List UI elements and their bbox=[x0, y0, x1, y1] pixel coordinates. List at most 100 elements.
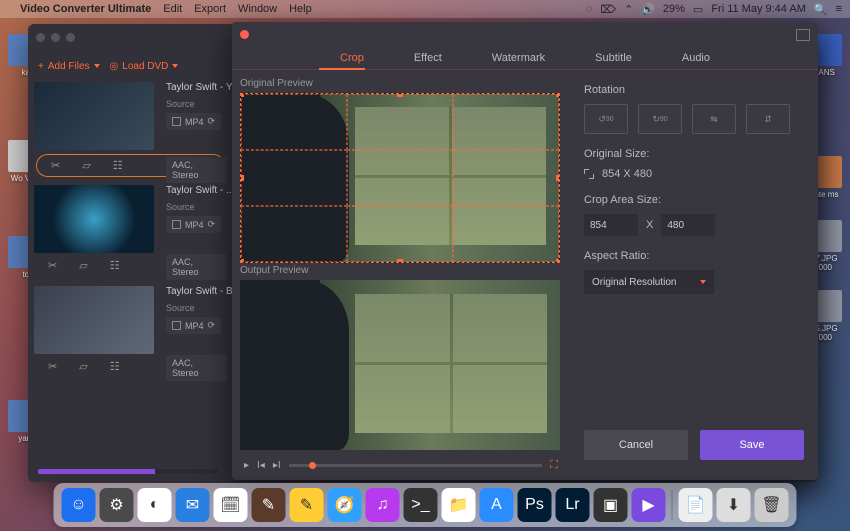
crop-handle[interactable] bbox=[397, 93, 403, 97]
tab-watermark[interactable]: Watermark bbox=[492, 52, 545, 64]
tab-audio[interactable]: Audio bbox=[682, 52, 710, 64]
minimize-window[interactable] bbox=[51, 33, 60, 42]
edit-panel: Crop Effect Watermark Subtitle Audio Ori… bbox=[232, 22, 818, 480]
rotate-left-button[interactable]: ↺90 bbox=[584, 104, 628, 134]
rotate-right-button[interactable]: ↻90 bbox=[638, 104, 682, 134]
dock-app[interactable]: ⚙ bbox=[100, 488, 134, 522]
dock-app[interactable]: ✉ bbox=[176, 488, 210, 522]
clock[interactable]: Fri 11 May 9:44 AM bbox=[711, 3, 806, 15]
dock-app[interactable]: ▶ bbox=[632, 488, 666, 522]
x-separator: X bbox=[646, 219, 653, 231]
play-button[interactable]: ▸ bbox=[244, 460, 249, 471]
flip-vertical-button[interactable]: ⇵ bbox=[746, 104, 790, 134]
audio-chip[interactable]: AAC, Stereo bbox=[166, 254, 227, 280]
cancel-button[interactable]: Cancel bbox=[584, 430, 688, 460]
tab-crop[interactable]: Crop bbox=[340, 52, 364, 64]
battery-icon[interactable]: ▭ bbox=[693, 3, 703, 16]
dock-app[interactable]: 🗑 bbox=[755, 488, 789, 522]
dock-app[interactable]: ⬇ bbox=[717, 488, 751, 522]
crop-handle[interactable] bbox=[240, 93, 244, 97]
crop-handle[interactable] bbox=[556, 175, 560, 181]
wifi-icon[interactable]: ⌃ bbox=[624, 3, 633, 16]
menu-edit[interactable]: Edit bbox=[163, 3, 182, 15]
dock-app[interactable]: ▣ bbox=[594, 488, 628, 522]
video-thumbnail[interactable] bbox=[34, 185, 154, 253]
source-label: Source bbox=[166, 303, 233, 313]
dock-app[interactable]: ☺ bbox=[62, 488, 96, 522]
file-item[interactable]: Taylor Swift - ... Source MP4⟳ ✂ ▱ ☷ AAC… bbox=[34, 185, 227, 278]
trim-icon[interactable]: ✂ bbox=[48, 259, 57, 272]
dock-app[interactable]: Ps bbox=[518, 488, 552, 522]
settings-icon[interactable]: ☷ bbox=[110, 360, 120, 373]
fullscreen-icon[interactable]: ⛶ bbox=[550, 459, 558, 472]
dock-app[interactable]: ✎ bbox=[290, 488, 324, 522]
crop-handle[interactable] bbox=[556, 93, 560, 97]
settings-icon[interactable]: ☷ bbox=[113, 159, 123, 172]
audio-chip[interactable]: AAC, Stereo bbox=[166, 355, 227, 381]
original-preview[interactable] bbox=[240, 93, 560, 263]
save-button[interactable]: Save bbox=[700, 430, 804, 460]
maximize-window[interactable] bbox=[66, 33, 75, 42]
tab-effect[interactable]: Effect bbox=[414, 52, 442, 64]
file-title: Taylor Swift - B bbox=[166, 286, 233, 297]
tab-subtitle[interactable]: Subtitle bbox=[595, 52, 632, 64]
crop-height-input[interactable] bbox=[661, 214, 715, 236]
cloud-icon[interactable]: ◌ bbox=[586, 3, 593, 15]
flip-horizontal-button[interactable]: ⇋ bbox=[692, 104, 736, 134]
menu-window[interactable]: Window bbox=[238, 3, 277, 15]
crop-icon[interactable]: ▱ bbox=[79, 360, 87, 373]
settings-icon[interactable]: ☷ bbox=[110, 259, 120, 272]
dock-app[interactable]: 📁 bbox=[442, 488, 476, 522]
audio-chip[interactable]: AAC, Stereo bbox=[166, 157, 227, 183]
menu-export[interactable]: Export bbox=[194, 3, 226, 15]
aspect-ratio-select[interactable]: Original Resolution bbox=[584, 270, 714, 294]
dock-app[interactable]: ◐ bbox=[138, 488, 172, 522]
dock-app[interactable]: 🗓 bbox=[214, 488, 248, 522]
video-thumbnail[interactable] bbox=[34, 286, 154, 354]
crop-settings-column: Rotation ↺90 ↻90 ⇋ ⇵ Original Size: 854 … bbox=[570, 70, 818, 480]
format-chip[interactable]: MP4⟳ bbox=[166, 216, 221, 233]
format-chip[interactable]: MP4⟳ bbox=[166, 317, 221, 334]
output-preview bbox=[240, 280, 560, 450]
volume-icon[interactable]: 🔊 bbox=[641, 3, 655, 16]
close-window[interactable] bbox=[36, 33, 45, 42]
format-chip[interactable]: MP4⟳ bbox=[166, 113, 221, 130]
notifications-icon[interactable]: ≡ bbox=[836, 3, 842, 15]
expand-panel[interactable] bbox=[796, 29, 810, 41]
crop-handle[interactable] bbox=[240, 259, 244, 263]
dock-app[interactable]: ✎ bbox=[252, 488, 286, 522]
source-label: Source bbox=[166, 202, 233, 212]
prev-frame-button[interactable]: I◂ bbox=[257, 460, 265, 471]
dock-app[interactable]: A bbox=[480, 488, 514, 522]
add-files-button[interactable]: +Add Files bbox=[38, 61, 100, 72]
file-item[interactable]: Taylor Swift - B Source MP4⟳ ✂ ▱ ☷ AAC, … bbox=[34, 286, 227, 379]
dock-app[interactable]: ♫ bbox=[366, 488, 400, 522]
crop-width-input[interactable] bbox=[584, 214, 638, 236]
chevron-down-icon bbox=[94, 64, 100, 68]
dock-app[interactable]: 🧭 bbox=[328, 488, 362, 522]
bluetooth-icon[interactable]: ⌦ bbox=[600, 3, 616, 16]
close-panel[interactable] bbox=[240, 30, 249, 39]
dock-app[interactable]: 📄 bbox=[679, 488, 713, 522]
seek-bar[interactable] bbox=[289, 464, 543, 467]
file-item[interactable]: Taylor Swift - Y Source MP4⟳ ✂ ▱ ☷ AAC, … bbox=[34, 82, 227, 177]
rotation-label: Rotation bbox=[584, 84, 804, 96]
crop-handle[interactable] bbox=[397, 259, 403, 263]
load-dvd-button[interactable]: ◎Load DVD bbox=[110, 61, 179, 72]
next-frame-button[interactable]: ▸I bbox=[273, 460, 281, 471]
spotlight-icon[interactable]: 🔍 bbox=[814, 3, 828, 16]
macos-menubar: Video Converter Ultimate Edit Export Win… bbox=[0, 0, 850, 18]
source-label: Source bbox=[166, 99, 233, 109]
crop-handle[interactable] bbox=[556, 259, 560, 263]
video-thumbnail[interactable] bbox=[34, 82, 154, 150]
dock-app[interactable]: >_ bbox=[404, 488, 438, 522]
crop-icon[interactable]: ▱ bbox=[79, 259, 87, 272]
trim-icon[interactable]: ✂ bbox=[51, 159, 60, 172]
dock-app[interactable]: Lr bbox=[556, 488, 590, 522]
trim-icon[interactable]: ✂ bbox=[48, 360, 57, 373]
menu-help[interactable]: Help bbox=[289, 3, 312, 15]
crop-icon[interactable]: ▱ bbox=[82, 159, 90, 172]
app-menu-name[interactable]: Video Converter Ultimate bbox=[20, 3, 151, 15]
crop-handle[interactable] bbox=[240, 175, 244, 181]
dimensions-icon bbox=[584, 169, 594, 179]
